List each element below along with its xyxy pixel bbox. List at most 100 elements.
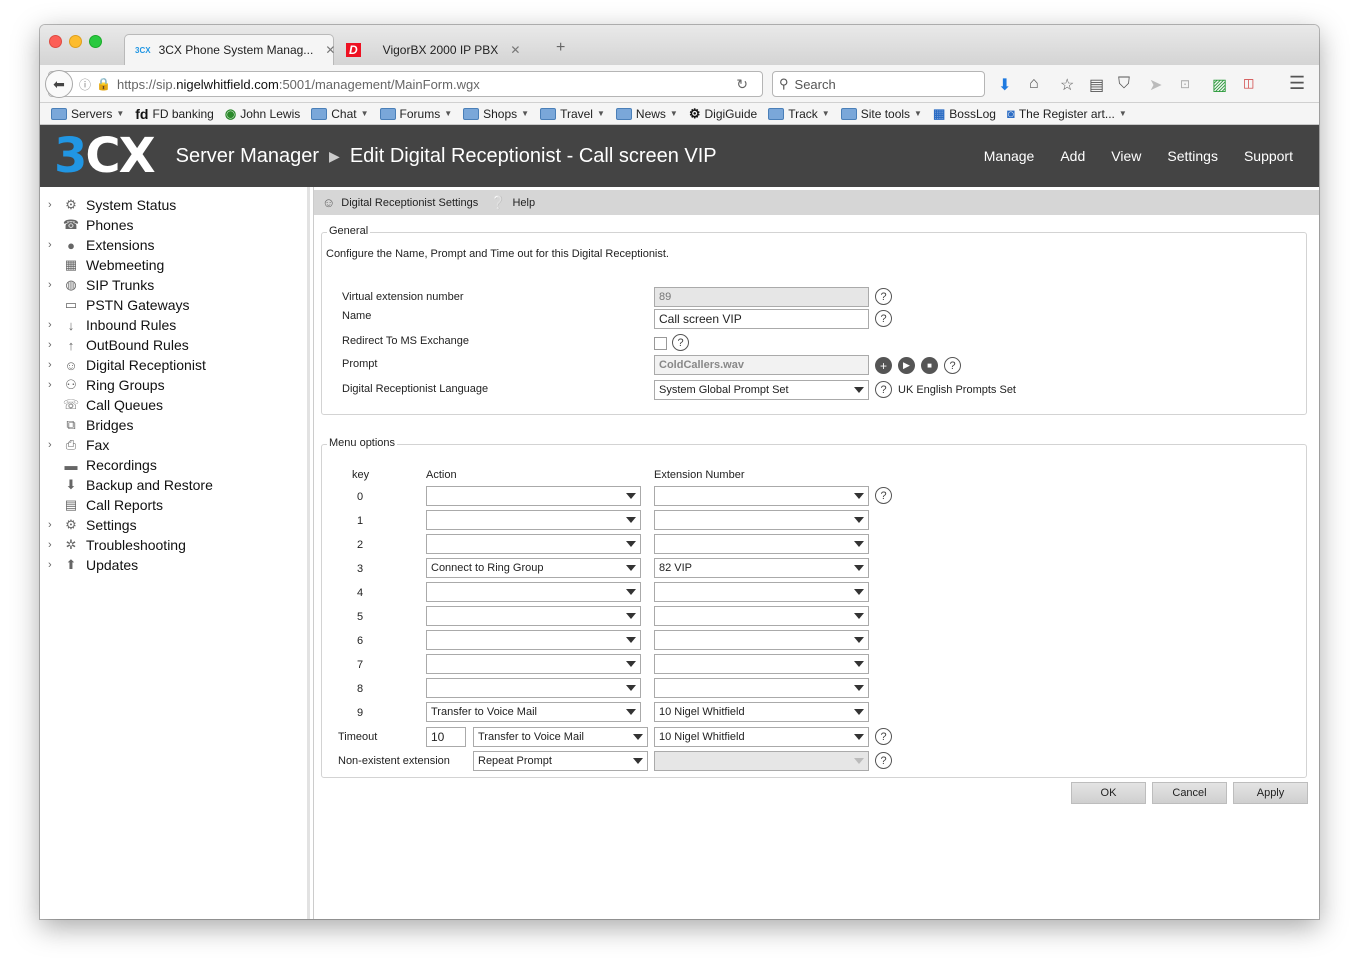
add-prompt-icon[interactable]: + — [875, 357, 892, 374]
redirect-exchange-checkbox[interactable] — [654, 337, 667, 350]
url-bar[interactable]: ⬅ ⓘ 🔒 https://sip. nigelwhitfield.com :5… — [45, 70, 763, 98]
download-icon[interactable]: ⬇ — [998, 75, 1011, 95]
menu-extension-select-3[interactable]: 82 VIP — [654, 558, 869, 578]
name-field[interactable]: Call screen VIP — [654, 309, 869, 329]
bookmark-item[interactable]: ⚙ DigiGuide — [689, 106, 757, 122]
help-icon[interactable]: ? — [875, 728, 892, 745]
expand-arrow-icon[interactable]: › — [48, 559, 58, 571]
tab-vigor[interactable]: D VigorBX 2000 IP PBX ✕ — [336, 34, 546, 65]
help-icon[interactable]: ? — [672, 334, 689, 351]
menu-action-select-7[interactable] — [426, 654, 641, 674]
expand-arrow-icon[interactable]: › — [48, 279, 58, 291]
expand-arrow-icon[interactable]: › — [48, 319, 58, 331]
menu-action-select-5[interactable] — [426, 606, 641, 626]
sidebar-item-inbound-rules[interactable]: › ↓ Inbound Rules — [48, 315, 176, 335]
menu-action-select-9[interactable]: Transfer to Voice Mail — [426, 702, 641, 722]
record-icon[interactable]: ■ — [921, 357, 938, 374]
send-icon[interactable]: ➤ — [1149, 75, 1162, 95]
menu-action-select-4[interactable] — [426, 582, 641, 602]
sidebar-item-call-queues[interactable]: ☏ Call Queues — [48, 395, 163, 415]
sidebar-item-outbound-rules[interactable]: › ↑ OutBound Rules — [48, 335, 189, 355]
bookmark-item[interactable]: fd FD banking — [135, 106, 214, 122]
bookmark-item[interactable]: Chat ▼ — [311, 107, 369, 121]
timeout-extension-select[interactable]: 10 Nigel Whitfield — [654, 727, 869, 747]
bookmark-item[interactable]: Travel ▼ — [540, 107, 605, 121]
menu-settings[interactable]: Settings — [1167, 148, 1218, 164]
sidebar-item-recordings[interactable]: ▬ Recordings — [48, 455, 157, 475]
sidebar-item-system-status[interactable]: › ⚙ System Status — [48, 195, 176, 215]
apply-button[interactable]: Apply — [1233, 782, 1308, 804]
sidebar-item-extensions[interactable]: › ● Extensions — [48, 235, 154, 255]
play-icon[interactable]: ▶ — [898, 357, 915, 374]
menu-action-select-8[interactable] — [426, 678, 641, 698]
help-tab[interactable]: Help — [512, 197, 535, 209]
sidebar-item-troubleshooting[interactable]: › ✲ Troubleshooting — [48, 535, 186, 555]
timeout-action-select[interactable]: Transfer to Voice Mail — [473, 727, 648, 747]
bookmark-star-icon[interactable]: ☆ — [1060, 75, 1074, 95]
close-tab-icon[interactable]: ✕ — [325, 43, 335, 57]
search-input[interactable]: ⚲ Search — [772, 71, 985, 97]
menu-extension-select-1[interactable] — [654, 510, 869, 530]
timeout-field[interactable]: 10 — [426, 727, 466, 747]
minimize-window-button[interactable] — [69, 35, 82, 48]
sidebar-item-settings[interactable]: › ⚙ Settings — [48, 515, 137, 535]
menu-icon[interactable]: ☰ — [1289, 73, 1305, 94]
expand-arrow-icon[interactable]: › — [48, 359, 58, 371]
pocket-icon[interactable]: ⛉ — [1118, 75, 1130, 93]
zoom-window-button[interactable] — [89, 35, 102, 48]
addon-icon[interactable]: ◫ — [1243, 76, 1254, 90]
sidebar-item-updates[interactable]: › ⬆ Updates — [48, 555, 138, 575]
menu-extension-select-4[interactable] — [654, 582, 869, 602]
help-icon[interactable]: ? — [944, 357, 961, 374]
sidebar-item-phones[interactable]: ☎ Phones — [48, 215, 134, 235]
bookmark-item[interactable]: Forums ▼ — [379, 107, 452, 121]
receptionist-settings-tab[interactable]: Digital Receptionist Settings — [341, 197, 478, 209]
menu-action-select-1[interactable] — [426, 510, 641, 530]
menu-extension-select-5[interactable] — [654, 606, 869, 626]
bookmark-item[interactable]: ◙ The Register art... ▼ — [1007, 106, 1127, 121]
help-icon[interactable]: ? — [875, 310, 892, 327]
expand-arrow-icon[interactable]: › — [48, 539, 58, 551]
bookmark-item[interactable]: Servers ▼ — [51, 107, 124, 121]
bookmark-item[interactable]: Track ▼ — [768, 107, 830, 121]
new-tab-icon[interactable]: + — [556, 39, 565, 57]
expand-arrow-icon[interactable]: › — [48, 439, 58, 451]
sidebar-item-fax[interactable]: › ⎙ Fax — [48, 435, 109, 455]
sidebar-item-sip-trunks[interactable]: › ◍ SIP Trunks — [48, 275, 154, 295]
nonexistent-action-select[interactable]: Repeat Prompt — [473, 751, 648, 771]
menu-extension-select-0[interactable] — [654, 486, 869, 506]
help-icon[interactable]: ? — [875, 752, 892, 769]
reading-list-icon[interactable]: ▤ — [1089, 75, 1104, 95]
home-icon[interactable]: ⌂ — [1029, 75, 1039, 93]
back-icon[interactable]: ⬅ — [45, 70, 73, 98]
cancel-button[interactable]: Cancel — [1152, 782, 1227, 804]
menu-extension-select-6[interactable] — [654, 630, 869, 650]
menu-support[interactable]: Support — [1244, 148, 1293, 164]
menu-extension-select-2[interactable] — [654, 534, 869, 554]
image-icon[interactable]: ▨ — [1212, 75, 1227, 95]
help-icon[interactable]: ? — [875, 381, 892, 398]
sidebar-item-ring-groups[interactable]: › ⚇ Ring Groups — [48, 375, 165, 395]
bookmark-item[interactable]: ▦ BossLog — [933, 106, 996, 122]
menu-extension-select-9[interactable]: 10 Nigel Whitfield — [654, 702, 869, 722]
expand-arrow-icon[interactable]: › — [48, 199, 58, 211]
menu-extension-select-7[interactable] — [654, 654, 869, 674]
tab-3cx[interactable]: 3CX 3CX Phone System Manag... ✕ — [124, 34, 335, 65]
help-icon[interactable]: ? — [875, 487, 892, 504]
bookmark-item[interactable]: Site tools ▼ — [840, 107, 922, 121]
ok-button[interactable]: OK — [1071, 782, 1146, 804]
bookmark-item[interactable]: Shops ▼ — [463, 107, 529, 121]
menu-view[interactable]: View — [1111, 148, 1141, 164]
menu-action-select-6[interactable] — [426, 630, 641, 650]
expand-arrow-icon[interactable]: › — [48, 339, 58, 351]
sidebar-item-backup-and-restore[interactable]: ⬇ Backup and Restore — [48, 475, 213, 495]
info-icon[interactable]: ⓘ — [79, 76, 91, 93]
expand-arrow-icon[interactable]: › — [48, 379, 58, 391]
close-tab-icon[interactable]: ✕ — [510, 43, 520, 57]
expand-arrow-icon[interactable]: › — [48, 519, 58, 531]
sidebar-item-webmeeting[interactable]: ▦ Webmeeting — [48, 255, 165, 275]
menu-extension-select-8[interactable] — [654, 678, 869, 698]
close-window-button[interactable] — [49, 35, 62, 48]
menu-add[interactable]: Add — [1060, 148, 1085, 164]
sidebar-item-call-reports[interactable]: ▤ Call Reports — [48, 495, 163, 515]
